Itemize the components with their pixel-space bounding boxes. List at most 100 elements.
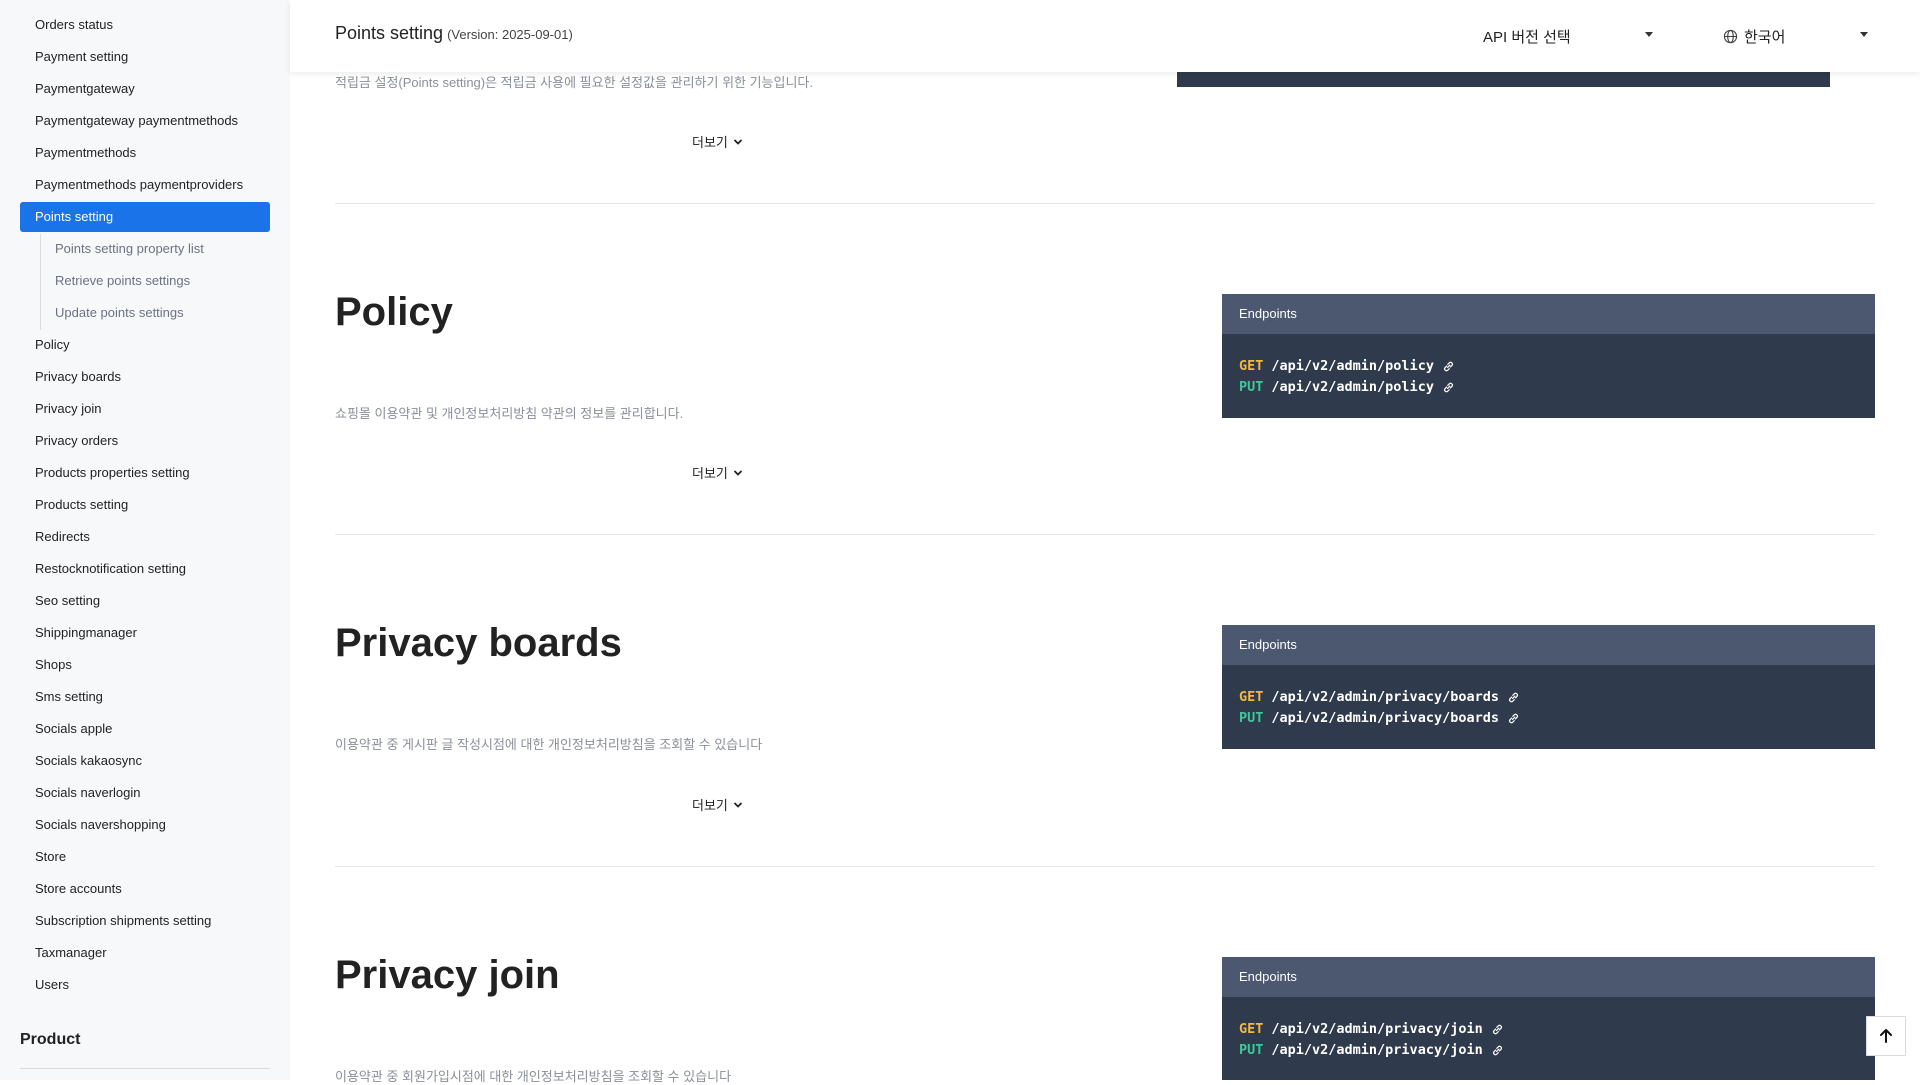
endpoint-row[interactable]: GET /api/v2/admin/policy (1239, 356, 1858, 377)
endpoint-method: PUT (1239, 379, 1264, 395)
link-icon[interactable] (1507, 691, 1520, 704)
section-divider (335, 866, 1875, 867)
more-button-label: 더보기 (692, 798, 728, 813)
chevron-down-icon (733, 138, 743, 145)
endpoint-method: GET (1239, 1021, 1264, 1037)
endpoint-path: /api/v2/admin/privacy/join (1271, 1042, 1483, 1058)
sidebar-item-points-setting[interactable]: Points setting (20, 202, 270, 232)
sidebar-item-redirects[interactable]: Redirects (20, 522, 270, 552)
endpoint-row[interactable]: GET /api/v2/admin/privacy/join (1239, 1019, 1858, 1040)
link-icon[interactable] (1442, 360, 1455, 373)
sidebar-item-privacy-boards[interactable]: Privacy boards (20, 362, 270, 392)
api-version-select[interactable]: API 버전 선택 (1483, 22, 1653, 50)
section-description: 쇼핑몰 이용약관 및 개인정보처리방침 약관의 정보를 관리합니다. (335, 406, 684, 421)
sidebar-subitem-property-list[interactable]: Points setting property list (41, 234, 270, 266)
sidebar-list: Orders status Payment setting Paymentgat… (20, 10, 270, 1002)
caret-down-icon (1645, 32, 1653, 37)
endpoint-row[interactable]: PUT /api/v2/admin/policy (1239, 377, 1858, 398)
sidebar-item-paymentgateway-paymentmethods[interactable]: Paymentgateway paymentmethods (20, 106, 270, 136)
sidebar-item-restocknotification-setting[interactable]: Restocknotification setting (20, 554, 270, 584)
caret-down-icon (1860, 32, 1868, 37)
sidebar-item-paymentgateway[interactable]: Paymentgateway (20, 74, 270, 104)
endpoints-panel: Endpoints GET /api/v2/admin/privacy/join… (1222, 957, 1875, 1080)
section-title: Privacy join (335, 953, 560, 997)
endpoint-method: PUT (1239, 710, 1264, 726)
endpoints-panel: Endpoints GET /api/v2/admin/privacy/boar… (1222, 625, 1875, 749)
more-button[interactable]: 더보기 (692, 795, 744, 814)
endpoint-path: /api/v2/admin/policy (1271, 379, 1434, 395)
link-icon[interactable] (1491, 1044, 1504, 1057)
sidebar-subitem-retrieve[interactable]: Retrieve points settings (41, 266, 270, 298)
link-icon[interactable] (1507, 712, 1520, 725)
more-button-label: 더보기 (692, 466, 728, 481)
section-description: 적립금 설정(Points setting)은 적립금 사용에 필요한 설정값을… (335, 75, 814, 90)
globe-icon (1723, 29, 1738, 43)
sidebar-item-socials-kakaosync[interactable]: Socials kakaosync (20, 746, 270, 776)
sidebar-item-users[interactable]: Users (20, 970, 270, 1000)
endpoint-row[interactable]: PUT /api/v2/admin/privacy/join (1239, 1040, 1858, 1061)
sidebar-heading-product[interactable]: Product (20, 1031, 80, 1049)
sidebar-item-paymentmethods[interactable]: Paymentmethods (20, 138, 270, 168)
chevron-down-icon (733, 801, 743, 808)
sidebar-item-socials-navershopping[interactable]: Socials navershopping (20, 810, 270, 840)
more-button[interactable]: 더보기 (692, 132, 744, 151)
sidebar-item-store[interactable]: Store (20, 842, 270, 872)
sidebar-item-products-setting[interactable]: Products setting (20, 490, 270, 520)
section-description: 이용약관 중 회원가입시점에 대한 개인정보처리방침을 조회할 수 있습니다 (335, 1069, 732, 1084)
sidebar-item-privacy-join[interactable]: Privacy join (20, 394, 270, 424)
endpoints-list: GET /api/v2/admin/privacy/boards PUT /ap… (1222, 665, 1875, 749)
endpoint-method: PUT (1239, 1042, 1264, 1058)
sidebar-item-products-properties-setting[interactable]: Products properties setting (20, 458, 270, 488)
more-button[interactable]: 더보기 (692, 463, 744, 482)
main-content: 적립금 설정(Points setting)은 적립금 사용에 필요한 설정값을… (290, 0, 1920, 1084)
sidebar-item-payment-setting[interactable]: Payment setting (20, 42, 270, 72)
link-icon[interactable] (1491, 1023, 1504, 1036)
sidebar-item-subscription-shipments-setting[interactable]: Subscription shipments setting (20, 906, 270, 936)
endpoint-path: /api/v2/admin/policy (1271, 358, 1434, 374)
endpoint-method: GET (1239, 689, 1264, 705)
endpoints-list: GET /api/v2/admin/privacy/join PUT /api/… (1222, 997, 1875, 1081)
sidebar-item-privacy-orders[interactable]: Privacy orders (20, 426, 270, 456)
sidebar-item-orders-status[interactable]: Orders status (20, 10, 270, 40)
section-divider (335, 534, 1875, 535)
page-title-text: Points setting (335, 23, 444, 43)
sidebar: Orders status Payment setting Paymentgat… (0, 0, 290, 1080)
endpoints-header: Endpoints (1222, 625, 1875, 665)
sidebar-item-sms-setting[interactable]: Sms setting (20, 682, 270, 712)
sidebar-item-taxmanager[interactable]: Taxmanager (20, 938, 270, 968)
arrow-up-icon (1880, 1029, 1892, 1043)
sidebar-item-shippingmanager[interactable]: Shippingmanager (20, 618, 270, 648)
sidebar-item-shops[interactable]: Shops (20, 650, 270, 680)
section-description: 이용약관 중 게시판 글 작성시점에 대한 개인정보처리방침을 조회할 수 있습… (335, 737, 763, 752)
sidebar-item-policy[interactable]: Policy (20, 330, 270, 360)
sidebar-subitem-update[interactable]: Update points settings (41, 298, 270, 330)
page-title: Points setting (Version: 2025-09-01) (335, 23, 573, 44)
section-title: Privacy boards (335, 621, 622, 665)
section-title: Policy (335, 290, 453, 334)
top-header: Points setting (Version: 2025-09-01) API … (290, 0, 1920, 72)
endpoint-row[interactable]: GET /api/v2/admin/privacy/boards (1239, 687, 1858, 708)
scroll-to-top-button[interactable] (1866, 1016, 1906, 1056)
sidebar-item-socials-naverlogin[interactable]: Socials naverlogin (20, 778, 270, 808)
sidebar-item-socials-apple[interactable]: Socials apple (20, 714, 270, 744)
endpoint-path: /api/v2/admin/privacy/join (1271, 1021, 1483, 1037)
language-select-label: 한국어 (1744, 28, 1786, 46)
endpoints-list: GET /api/v2/admin/policy PUT /api/v2/adm… (1222, 334, 1875, 418)
sidebar-item-paymentmethods-paymentproviders[interactable]: Paymentmethods paymentproviders (20, 170, 270, 200)
sidebar-heading-divider (20, 1068, 270, 1069)
endpoint-path: /api/v2/admin/privacy/boards (1271, 710, 1499, 726)
chevron-down-icon (733, 469, 743, 476)
sidebar-item-store-accounts[interactable]: Store accounts (20, 874, 270, 904)
endpoints-header: Endpoints (1222, 957, 1875, 997)
sidebar-sublist: Points setting property list Retrieve po… (40, 234, 270, 330)
more-button-label: 더보기 (692, 135, 728, 150)
section-divider (335, 203, 1875, 204)
endpoint-method: GET (1239, 358, 1264, 374)
endpoints-header: Endpoints (1222, 294, 1875, 334)
language-select[interactable]: 한국어 (1723, 22, 1868, 50)
link-icon[interactable] (1442, 381, 1455, 394)
api-version-select-label: API 버전 선택 (1483, 28, 1571, 46)
sidebar-item-seo-setting[interactable]: Seo setting (20, 586, 270, 616)
endpoint-row[interactable]: PUT /api/v2/admin/privacy/boards (1239, 708, 1858, 729)
endpoints-panel: Endpoints GET /api/v2/admin/policy PUT /… (1222, 294, 1875, 418)
